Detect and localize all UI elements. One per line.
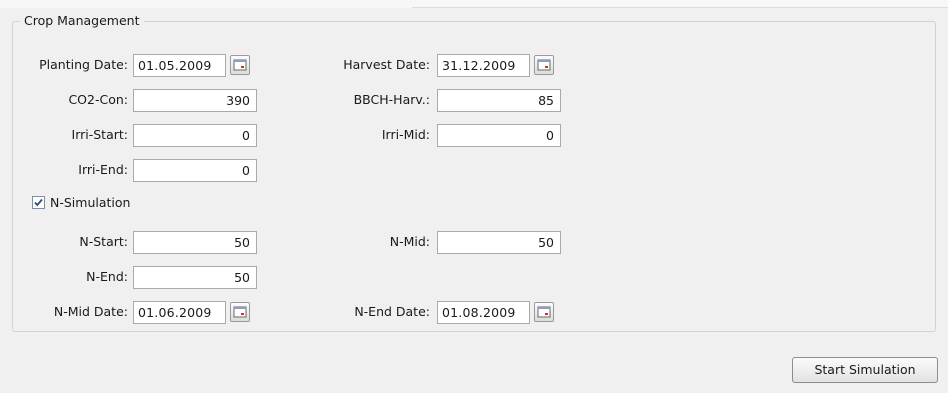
n-simulation-checkbox[interactable] bbox=[32, 196, 45, 209]
calendar-icon bbox=[537, 306, 551, 318]
bbch-harv-field[interactable]: 85 bbox=[437, 89, 561, 112]
n-end-date-label: N-End Date: bbox=[354, 304, 430, 319]
top-divider bbox=[412, 7, 948, 8]
n-mid-date-calendar-button[interactable] bbox=[230, 302, 250, 322]
start-simulation-button[interactable]: Start Simulation bbox=[792, 357, 938, 383]
n-mid-label: N-Mid: bbox=[389, 234, 430, 249]
checkmark-icon bbox=[34, 198, 43, 207]
n-simulation-label[interactable]: N-Simulation bbox=[50, 195, 130, 211]
calendar-icon bbox=[233, 59, 247, 71]
irri-start-label: Irri-Start: bbox=[71, 127, 128, 142]
n-end-label: N-End: bbox=[86, 269, 128, 284]
irri-end-label: Irri-End: bbox=[78, 162, 128, 177]
n-start-field[interactable]: 50 bbox=[133, 231, 257, 254]
irri-mid-label: Irri-Mid: bbox=[381, 127, 430, 142]
irri-start-field[interactable]: 0 bbox=[133, 124, 257, 147]
harvest-date-calendar-button[interactable] bbox=[534, 55, 554, 75]
n-mid-date-field[interactable]: 01.06.2009 bbox=[133, 301, 226, 324]
calendar-icon bbox=[537, 59, 551, 71]
group-title: Crop Management bbox=[20, 13, 144, 28]
n-mid-date-label: N-Mid Date: bbox=[53, 304, 128, 319]
planting-date-label: Planting Date: bbox=[39, 57, 128, 72]
planting-date-calendar-button[interactable] bbox=[230, 55, 250, 75]
calendar-icon bbox=[233, 306, 247, 318]
co2-con-field[interactable]: 390 bbox=[133, 89, 257, 112]
n-end-field[interactable]: 50 bbox=[133, 266, 257, 289]
n-end-date-field[interactable]: 01.08.2009 bbox=[437, 301, 530, 324]
harvest-date-label: Harvest Date: bbox=[343, 57, 430, 72]
harvest-date-field[interactable]: 31.12.2009 bbox=[437, 54, 530, 77]
planting-date-field[interactable]: 01.05.2009 bbox=[133, 54, 226, 77]
co2-con-label: CO2-Con: bbox=[68, 92, 128, 107]
irri-end-field[interactable]: 0 bbox=[133, 159, 257, 182]
n-start-label: N-Start: bbox=[79, 234, 128, 249]
n-mid-field[interactable]: 50 bbox=[437, 231, 561, 254]
n-end-date-calendar-button[interactable] bbox=[534, 302, 554, 322]
bbch-harv-label: BBCH-Harv.: bbox=[353, 92, 430, 107]
irri-mid-field[interactable]: 0 bbox=[437, 124, 561, 147]
